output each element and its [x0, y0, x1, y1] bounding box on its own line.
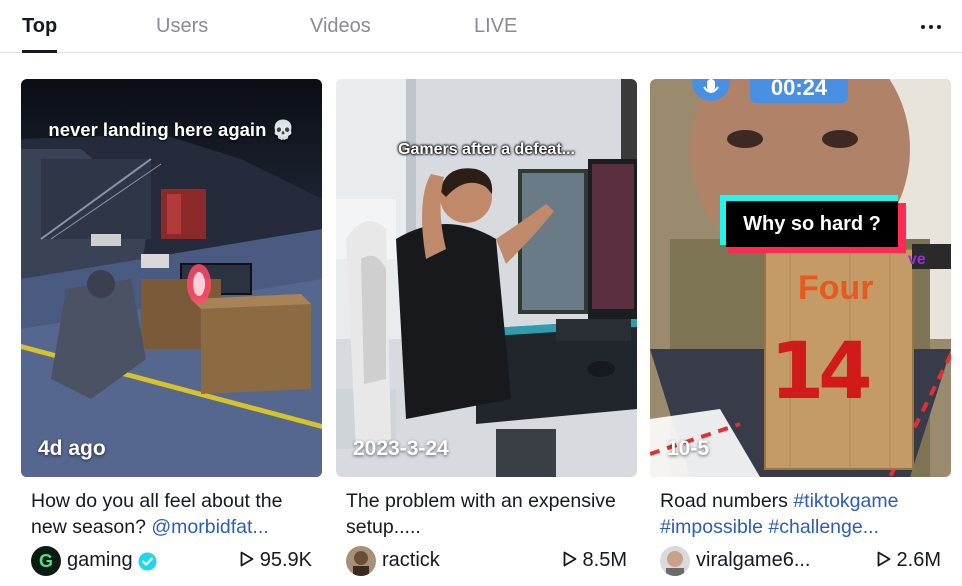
video-thumbnail[interactable]: never landing here again 💀 4d ago [21, 79, 322, 477]
video-date: 10-5 [667, 437, 710, 460]
video-card: Gamers after a defeat... 2023-3-24 The p… [336, 79, 637, 576]
tab-live[interactable]: LIVE [474, 14, 517, 38]
avatar-photo [660, 546, 690, 576]
search-tab-bar: Top Users Videos LIVE [0, 0, 962, 53]
microphone-icon [692, 79, 730, 101]
tab-top[interactable]: Top [22, 14, 57, 38]
video-card: 00:24 Why so hard ? ve Four 14 10-5 Road… [650, 79, 951, 576]
tab-users[interactable]: Users [156, 14, 208, 38]
play-icon [877, 551, 890, 567]
video-description: The problem with an expensive setup..... [346, 490, 616, 538]
video-meta: G gaming 95.9K [21, 546, 322, 576]
video-card: never landing here again 💀 4d ago How do… [21, 79, 322, 576]
video-thumbnail[interactable]: Gamers after a defeat... 2023-3-24 [336, 79, 637, 477]
view-count: 8.5M [563, 549, 627, 572]
video-overlay-text: never landing here again 💀 [48, 119, 295, 140]
author-name[interactable]: viralgame6... [696, 549, 811, 572]
mention-link[interactable]: @morbidfat... [151, 516, 268, 538]
view-count-value: 2.6M [896, 549, 941, 571]
video-meta: ractick 8.5M [336, 546, 637, 576]
video-thumbnail[interactable]: 00:24 Why so hard ? ve Four 14 10-5 [650, 79, 951, 477]
view-count-value: 95.9K [259, 549, 312, 571]
video-overlay-text: Gamers after a defeat... [398, 141, 575, 158]
active-tab-indicator [22, 50, 57, 53]
video-overlay-text: Why so hard ? [726, 201, 898, 247]
tab-videos[interactable]: Videos [310, 14, 371, 38]
view-count-value: 8.5M [582, 549, 627, 571]
more-horizontal-icon[interactable] [916, 16, 946, 36]
avatar[interactable]: G [31, 546, 61, 576]
avatar-photo [346, 546, 376, 576]
sign-word: Four [798, 269, 874, 307]
avatar[interactable] [660, 546, 690, 576]
view-count: 95.9K [240, 549, 312, 572]
sign-digits: 14 [770, 327, 873, 417]
video-date: 2023-3-24 [353, 437, 449, 460]
video-description: Road numbers #tiktokgame #impossible #ch… [660, 488, 945, 540]
video-description: How do you all feel about the new season… [31, 488, 316, 540]
avatar[interactable] [346, 546, 376, 576]
gamer-desk-image [336, 79, 637, 477]
verified-badge-icon [138, 552, 157, 571]
author-name[interactable]: gaming [67, 549, 133, 572]
timer-badge: 00:24 [750, 79, 848, 103]
view-count: 2.6M [877, 549, 941, 572]
description-text: Road numbers [660, 490, 794, 512]
video-date: 4d ago [38, 437, 106, 460]
author-name[interactable]: ractick [382, 549, 440, 572]
play-icon [563, 551, 576, 567]
play-icon [240, 551, 254, 567]
video-meta: viralgame6... 2.6M [650, 546, 951, 576]
avatar-letter: G [38, 550, 53, 571]
partial-overlay-text: ve [908, 251, 926, 268]
